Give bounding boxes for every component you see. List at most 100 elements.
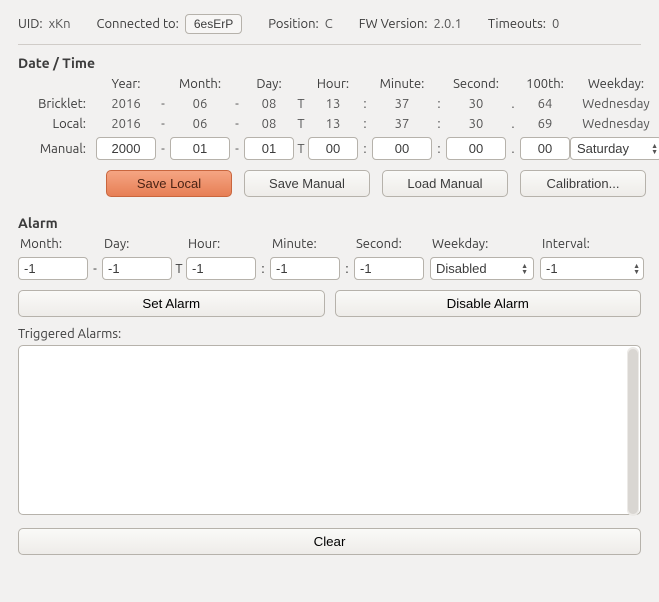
- sep-colon: :: [432, 97, 446, 111]
- manual-hour-input[interactable]: [308, 137, 358, 160]
- save-manual-button[interactable]: Save Manual: [244, 170, 370, 197]
- sep-dot: .: [506, 142, 520, 156]
- col-minute: Minute:: [372, 77, 432, 91]
- alarm-col-weekday: Weekday:: [424, 237, 534, 251]
- fw-label: FW Version:: [359, 17, 428, 31]
- sep-dash: -: [230, 97, 244, 111]
- scrollbar-thumb[interactable]: [628, 349, 638, 514]
- bricklet-100th: 64: [520, 97, 570, 111]
- local-minute: 37: [372, 117, 432, 131]
- sep-colon: :: [340, 262, 354, 276]
- bricklet-month: 06: [170, 97, 230, 111]
- alarm-minute-input[interactable]: [270, 257, 340, 280]
- bricklet-minute: 37: [372, 97, 432, 111]
- disable-alarm-button[interactable]: Disable Alarm: [335, 290, 642, 317]
- position-label: Position:: [268, 17, 319, 31]
- sep-colon: :: [358, 142, 372, 156]
- local-month: 06: [170, 117, 230, 131]
- alarm-col-second: Second:: [354, 237, 424, 251]
- datetime-grid: Year: Month: Day: Hour: Minute: Second: …: [18, 77, 641, 160]
- set-alarm-button[interactable]: Set Alarm: [18, 290, 325, 317]
- connected-to-button[interactable]: 6esErP: [185, 14, 242, 34]
- alarm-second-input[interactable]: [354, 257, 424, 280]
- datetime-button-row: Save Local Save Manual Load Manual Calib…: [106, 170, 641, 197]
- sep-t: T: [294, 97, 308, 111]
- sep-dash: -: [230, 142, 244, 156]
- bricklet-weekday: Wednesday: [570, 97, 659, 111]
- alarm-col-hour: Hour:: [186, 237, 256, 251]
- col-100th: 100th:: [520, 77, 570, 91]
- sep-colon: :: [256, 262, 270, 276]
- sep-dot: .: [506, 97, 520, 111]
- uid-value: xKn: [49, 17, 71, 31]
- local-weekday: Wednesday: [570, 117, 659, 131]
- bricklet-year: 2016: [96, 97, 156, 111]
- bricklet-day: 08: [244, 97, 294, 111]
- uid-label: UID:: [18, 17, 43, 31]
- position-value: C: [325, 17, 333, 31]
- manual-minute-input[interactable]: [372, 137, 432, 160]
- save-local-button[interactable]: Save Local: [106, 170, 232, 197]
- manual-month-input[interactable]: [170, 137, 230, 160]
- manual-weekday-select[interactable]: Saturday: [570, 137, 659, 160]
- local-100th: 69: [520, 117, 570, 131]
- connected-label: Connected to:: [97, 17, 179, 31]
- calibration-button[interactable]: Calibration...: [520, 170, 646, 197]
- triggered-alarms-label: Triggered Alarms:: [18, 327, 641, 341]
- alarm-hour-input[interactable]: [186, 257, 256, 280]
- alarm-grid: Month: Day: Hour: Minute: Second: Weekda…: [18, 237, 641, 280]
- col-hour: Hour:: [308, 77, 358, 91]
- row-manual: Manual:: [18, 142, 96, 156]
- load-manual-button[interactable]: Load Manual: [382, 170, 508, 197]
- col-weekday: Weekday:: [570, 77, 659, 91]
- alarm-weekday-select[interactable]: Disabled: [430, 257, 534, 280]
- uid-item: UID: xKn: [18, 17, 71, 31]
- triggered-alarms-textarea[interactable]: [18, 345, 641, 515]
- alarm-col-interval: Interval:: [534, 237, 644, 251]
- alarm-interval-input[interactable]: [540, 257, 644, 280]
- sep-t: T: [172, 262, 186, 276]
- manual-100th-input[interactable]: [520, 137, 570, 160]
- connected-item: Connected to: 6esErP: [97, 14, 243, 34]
- timeouts-item: Timeouts: 0: [488, 17, 559, 31]
- manual-second-input[interactable]: [446, 137, 506, 160]
- bricklet-second: 30: [446, 97, 506, 111]
- col-month: Month:: [170, 77, 230, 91]
- sep-colon: :: [358, 117, 372, 131]
- alarm-col-minute: Minute:: [270, 237, 340, 251]
- bricklet-hour: 13: [308, 97, 358, 111]
- sep-dash: -: [156, 117, 170, 131]
- sep-dash: -: [230, 117, 244, 131]
- alarm-month-input[interactable]: [18, 257, 88, 280]
- fw-value: 2.0.1: [434, 17, 462, 31]
- alarm-section-title: Alarm: [18, 215, 641, 231]
- alarm-button-row: Set Alarm Disable Alarm: [18, 290, 641, 317]
- sep-t: T: [294, 117, 308, 131]
- sep-colon: :: [358, 97, 372, 111]
- sep-t: T: [294, 142, 308, 156]
- row-bricklet: Bricklet:: [18, 97, 96, 111]
- alarm-col-day: Day:: [102, 237, 172, 251]
- local-hour: 13: [308, 117, 358, 131]
- datetime-section-title: Date / Time: [18, 55, 641, 71]
- local-year: 2016: [96, 117, 156, 131]
- sep-dot: .: [506, 117, 520, 131]
- sep-dash: -: [156, 142, 170, 156]
- timeouts-value: 0: [552, 17, 559, 31]
- manual-year-input[interactable]: [96, 137, 156, 160]
- alarm-col-month: Month:: [18, 237, 88, 251]
- manual-day-input[interactable]: [244, 137, 294, 160]
- fw-item: FW Version: 2.0.1: [359, 17, 462, 31]
- sep-colon: :: [432, 117, 446, 131]
- scrollbar[interactable]: [627, 347, 639, 516]
- local-day: 08: [244, 117, 294, 131]
- sep-dash: -: [156, 97, 170, 111]
- col-second: Second:: [446, 77, 506, 91]
- local-second: 30: [446, 117, 506, 131]
- sep-colon: :: [432, 142, 446, 156]
- alarm-day-input[interactable]: [102, 257, 172, 280]
- row-local: Local:: [18, 117, 96, 131]
- sep-dash: -: [88, 262, 102, 276]
- triggered-alarms-wrap: [18, 345, 641, 518]
- clear-button[interactable]: Clear: [18, 528, 641, 555]
